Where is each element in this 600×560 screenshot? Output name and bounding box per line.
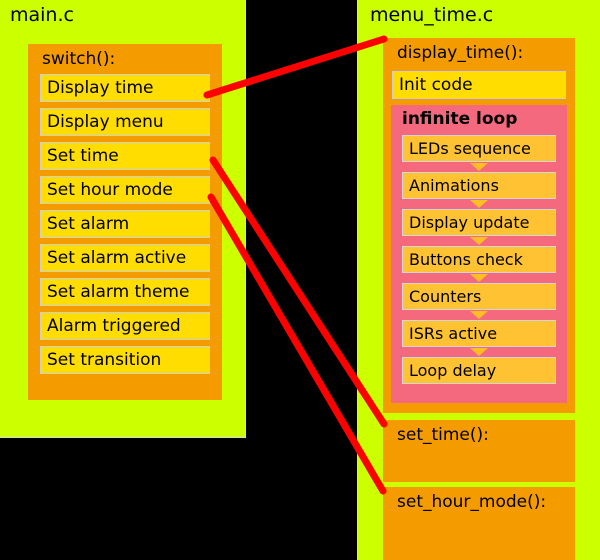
- arrow-down-icon: [470, 274, 488, 282]
- loop-step-counters[interactable]: Counters: [402, 283, 556, 310]
- function-box-switch: switch(): Display time Display menu Set …: [28, 44, 222, 400]
- case-item-set-hour-mode[interactable]: Set hour mode: [40, 176, 210, 204]
- case-item-display-time[interactable]: Display time: [40, 74, 210, 102]
- function-title-set-hour-mode: set_hour_mode():: [397, 492, 547, 512]
- function-title-display-time: display_time():: [397, 43, 524, 63]
- diagram-canvas: main.c switch(): Display time Display me…: [0, 0, 600, 560]
- loop-step-animations[interactable]: Animations: [402, 172, 556, 199]
- function-box-display-time: display_time(): Init code infinite loop …: [383, 38, 575, 413]
- loop-step-loop-delay[interactable]: Loop delay: [402, 357, 556, 384]
- arrow-down-icon: [470, 348, 488, 356]
- function-box-set-hour-mode: set_hour_mode():: [383, 487, 575, 560]
- init-code-block[interactable]: Init code: [392, 71, 566, 99]
- case-item-set-time[interactable]: Set time: [40, 142, 210, 170]
- switch-case-list: Display time Display menu Set time Set h…: [28, 74, 222, 380]
- arrow-down-icon: [470, 163, 488, 171]
- case-item-set-alarm-active[interactable]: Set alarm active: [40, 244, 210, 272]
- loop-step-leds-sequence[interactable]: LEDs sequence: [402, 135, 556, 162]
- file-panel-main-c: main.c switch(): Display time Display me…: [0, 0, 246, 438]
- file-title-main-c: main.c: [10, 4, 74, 26]
- arrow-down-icon: [470, 311, 488, 319]
- function-title-set-time: set_time():: [397, 425, 489, 445]
- infinite-loop-step-list: LEDs sequence Animations Display update …: [391, 135, 567, 384]
- arrow-down-icon: [470, 237, 488, 245]
- function-box-set-time: set_time():: [383, 420, 575, 482]
- file-title-menu-time-c: menu_time.c: [370, 4, 494, 26]
- case-item-display-menu[interactable]: Display menu: [40, 108, 210, 136]
- function-title-switch: switch():: [42, 49, 116, 69]
- infinite-loop-box: infinite loop LEDs sequence Animations D…: [391, 105, 567, 403]
- loop-step-isrs-active[interactable]: ISRs active: [402, 320, 556, 347]
- case-item-set-alarm-theme[interactable]: Set alarm theme: [40, 278, 210, 306]
- loop-step-display-update[interactable]: Display update: [402, 209, 556, 236]
- arrow-down-icon: [470, 200, 488, 208]
- case-item-alarm-triggered[interactable]: Alarm triggered: [40, 312, 210, 340]
- case-item-set-transition[interactable]: Set transition: [40, 346, 210, 374]
- infinite-loop-title: infinite loop: [402, 109, 518, 129]
- loop-step-buttons-check[interactable]: Buttons check: [402, 246, 556, 273]
- case-item-set-alarm[interactable]: Set alarm: [40, 210, 210, 238]
